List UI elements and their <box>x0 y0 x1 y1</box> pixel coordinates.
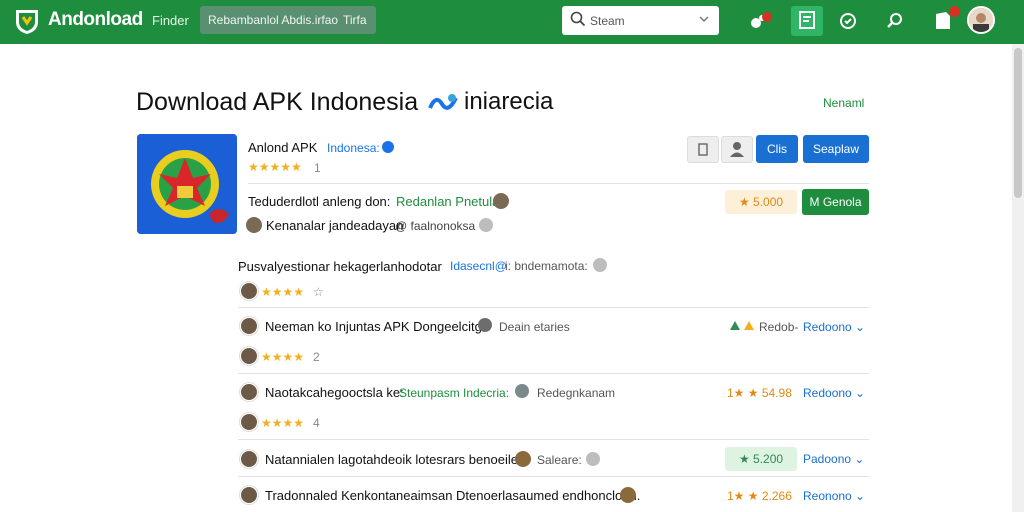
divider <box>238 373 869 374</box>
app-logo-icon[interactable] <box>12 6 42 36</box>
divider <box>238 307 869 308</box>
brand-name[interactable]: Andonload <box>48 9 143 31</box>
avatar-face-icon <box>969 8 993 32</box>
rating-arrows-icon <box>730 321 754 330</box>
install-button[interactable]: M Genola <box>802 189 869 215</box>
score-pill: ★ 5.000 <box>725 190 797 214</box>
rating-stars: ★★★★ <box>261 350 305 364</box>
copy-icon <box>698 143 708 156</box>
rating-count: ☆ <box>313 285 324 299</box>
review-intro-link[interactable]: Idasecnl@ <box>450 259 507 273</box>
notification-badge <box>762 12 772 22</box>
user-avatar[interactable] <box>967 6 995 34</box>
divider <box>238 476 869 477</box>
row-score: Redob- <box>759 320 799 334</box>
row-score: 1★ ★ 2.266 <box>727 489 792 503</box>
top-right-link[interactable]: Nenaml <box>823 96 864 110</box>
rating-stars: ★★★★ <box>261 416 305 430</box>
copy-button[interactable] <box>687 136 719 163</box>
row-title[interactable]: Tradonnaled Kenkontaneaimsan Dtenoerlasa… <box>265 488 640 503</box>
chevron-down-icon[interactable] <box>698 13 710 25</box>
notification-badge <box>949 6 960 17</box>
divider <box>238 439 869 440</box>
app-description-line2: Kenanalar jandeadayan <box>266 218 404 233</box>
rating-count: 4 <box>313 416 320 430</box>
app-description: Teduderdlotl anleng don: <box>248 194 391 209</box>
row-action-dropdown[interactable]: Padoono ⌄ <box>803 452 864 466</box>
reviewer-avatar <box>240 450 258 468</box>
review-intro-muted: i: bndemamota: <box>505 259 588 273</box>
rating-stars: ★★★★ <box>261 285 305 299</box>
app-rating-stars: ★★★★★ <box>248 160 302 174</box>
nav-pill-label[interactable]: Rebambanlol Abdis.irfao <box>208 13 338 27</box>
row-score: 1★ ★ 54.98 <box>727 386 792 400</box>
search-icon[interactable] <box>884 10 906 32</box>
verified-icon <box>382 141 394 153</box>
reviewer-avatar <box>478 318 492 332</box>
reviewer-avatar <box>493 193 509 209</box>
reviewer-avatar <box>240 317 258 335</box>
reviewer-avatar <box>240 347 258 365</box>
reviewer-avatar <box>246 217 262 233</box>
document-icon <box>799 11 815 29</box>
row-meta: Saleare: <box>537 453 582 467</box>
nav-link-finder[interactable]: Finder <box>152 13 189 28</box>
primary-action-button[interactable]: Clis <box>756 135 798 163</box>
row-title[interactable]: Neeman ko Injuntas APK Dongeelcitg: <box>265 319 485 334</box>
garuda-emblem-icon <box>137 134 237 234</box>
info-icon[interactable] <box>479 218 493 232</box>
search-input[interactable]: Steam <box>590 14 625 28</box>
row-meta: Deain etaries <box>499 320 570 334</box>
reviewer-avatar <box>515 451 531 467</box>
rating-count: 2 <box>313 350 320 364</box>
info-icon[interactable] <box>593 258 607 272</box>
search-icon <box>570 11 586 27</box>
row-title[interactable]: Naotakcahegooctsla ke: <box>265 385 404 400</box>
row-action-dropdown[interactable]: Reonono ⌄ <box>803 489 865 503</box>
app-description-link[interactable]: Redanlan Pnetular: <box>396 194 507 209</box>
reviewer-avatar <box>240 383 258 401</box>
app-name: Anlond APK <box>248 140 318 155</box>
wave-logo-icon <box>428 94 458 110</box>
app-icon <box>137 134 237 234</box>
app-developer-link[interactable]: Indonesa: <box>327 141 380 155</box>
row-score-pill: ★ 5.200 <box>725 447 797 471</box>
reviewer-avatar <box>515 384 529 398</box>
row-title[interactable]: Natannialen lagotahdeoik lotesrars benoe… <box>265 452 529 467</box>
profile-button[interactable] <box>721 136 753 163</box>
app-rating-count: 1 <box>314 161 321 175</box>
app-description-tail: @ faalnonoksa <box>395 219 476 233</box>
reviewer-avatar <box>620 487 636 503</box>
reviewer-avatar <box>240 486 258 504</box>
row-link[interactable]: Steunpasm Indecria: <box>399 386 509 400</box>
clock-icon[interactable] <box>837 10 859 32</box>
reviewer-avatar <box>240 282 258 300</box>
page-title: Download APK Indonesia <box>136 88 419 116</box>
info-icon[interactable] <box>586 452 600 466</box>
nav-pill-tab[interactable]: Tirfa <box>343 13 367 27</box>
page-title-suffix: iniarecia <box>464 88 554 115</box>
divider <box>248 183 869 184</box>
secondary-action-button[interactable]: Seaplaw <box>803 135 869 163</box>
row-action-dropdown[interactable]: Redoono ⌄ <box>803 386 865 400</box>
person-icon <box>730 142 744 157</box>
reviewer-avatar <box>240 413 258 431</box>
row-meta: Redegnkanam <box>537 386 616 400</box>
review-intro: Pusvalyestionar hekagerlanhodotar <box>238 259 442 274</box>
row-action-dropdown[interactable]: Redoono ⌄ <box>803 320 865 334</box>
scrollbar-thumb[interactable] <box>1014 48 1022 198</box>
